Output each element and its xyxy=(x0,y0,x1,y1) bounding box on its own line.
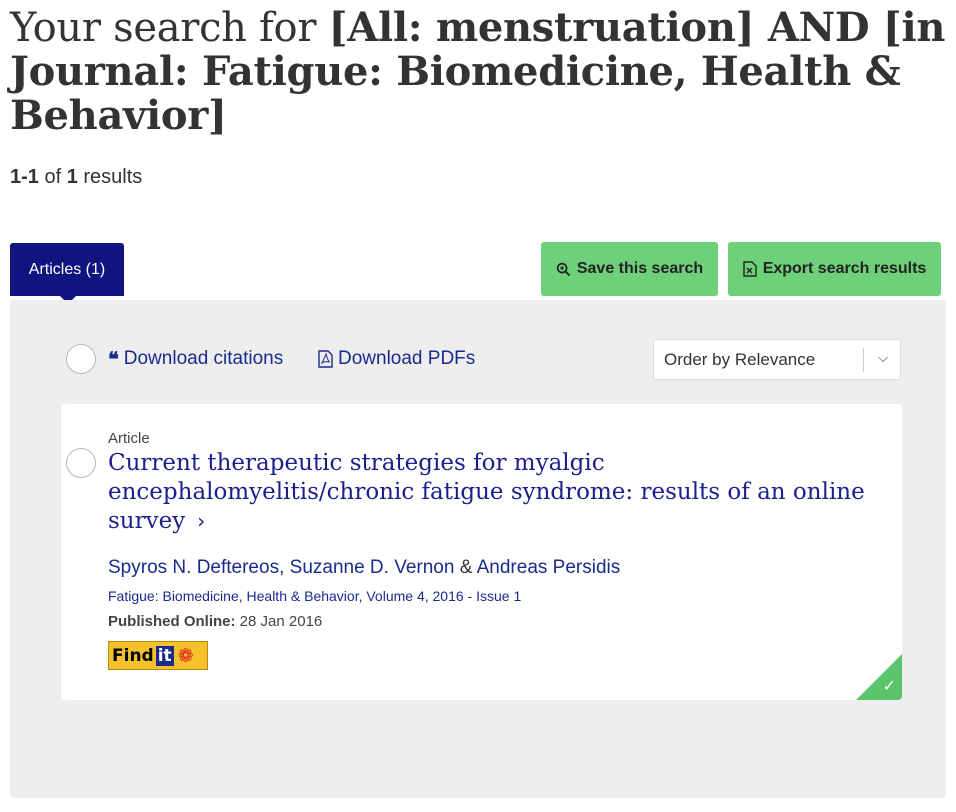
article-title-link[interactable]: Current therapeutic strategies for myalg… xyxy=(108,449,888,536)
download-pdfs-label: Download PDFs xyxy=(338,348,476,369)
article-type: Article xyxy=(108,430,150,447)
download-citations-link[interactable]: ❝ Download citations xyxy=(108,348,283,370)
pdf-file-icon xyxy=(318,350,333,368)
tab-articles-label: Articles (1) xyxy=(28,260,106,278)
quote-icon: ❝ xyxy=(108,347,119,371)
find-it-it: it xyxy=(155,645,174,666)
published-date: Published Online: 28 Jan 2016 xyxy=(108,613,322,630)
author-ampersand: & xyxy=(454,557,477,578)
sfx-logo-icon: ❁ xyxy=(177,644,194,667)
chevron-right-icon: › xyxy=(197,509,206,533)
page-title-prefix: Your search for xyxy=(10,5,329,51)
author-list: Spyros N. Deftereos, Suzanne D. Vernon &… xyxy=(108,557,620,579)
published-label: Published Online: xyxy=(108,613,236,630)
result-card: Article Current therapeutic strategies f… xyxy=(61,404,902,700)
page-title: Your search for [All: menstruation] AND … xyxy=(10,6,946,138)
chevron-down-icon: ⌵ xyxy=(878,350,888,365)
save-search-label: Save this search xyxy=(576,260,704,277)
export-results-button[interactable]: Export search results xyxy=(728,242,941,296)
download-citations-label: Download citations xyxy=(123,348,284,369)
find-it-button[interactable]: Find it ❁ xyxy=(108,641,208,670)
published-value: 28 Jan 2016 xyxy=(235,613,323,630)
tab-articles[interactable]: Articles (1) xyxy=(10,243,124,304)
author-separator: , xyxy=(279,557,290,578)
find-it-label: Find xyxy=(112,645,154,666)
article-title-text: Current therapeutic strategies for myalg… xyxy=(108,450,865,534)
excel-file-icon xyxy=(742,261,757,277)
result-suffix: results xyxy=(77,166,143,188)
save-search-button[interactable]: Save this search xyxy=(541,242,718,296)
journal-link[interactable]: Fatigue: Biomedicine, Health & Behavior,… xyxy=(108,588,521,604)
export-results-label: Export search results xyxy=(762,260,927,277)
author-link[interactable]: Spyros N. Deftereos xyxy=(108,557,279,578)
order-by-select[interactable]: Order by Relevance ⌵ xyxy=(653,339,901,380)
author-link[interactable]: Andreas Persidis xyxy=(477,557,621,578)
search-icon xyxy=(556,262,571,276)
download-pdfs-link[interactable]: Download PDFs xyxy=(318,348,475,370)
author-link[interactable]: Suzanne D. Vernon xyxy=(290,557,455,578)
result-range: 1-1 xyxy=(10,166,39,188)
result-of: of xyxy=(38,166,67,188)
select-divider xyxy=(863,348,864,372)
result-count: 1-1 of 1 results xyxy=(10,166,142,189)
select-article-checkbox[interactable] xyxy=(66,448,96,478)
check-icon: ✓ xyxy=(882,678,896,695)
select-all-checkbox[interactable] xyxy=(66,344,96,374)
order-by-value: Order by Relevance xyxy=(664,349,816,369)
result-total: 1 xyxy=(66,166,78,188)
